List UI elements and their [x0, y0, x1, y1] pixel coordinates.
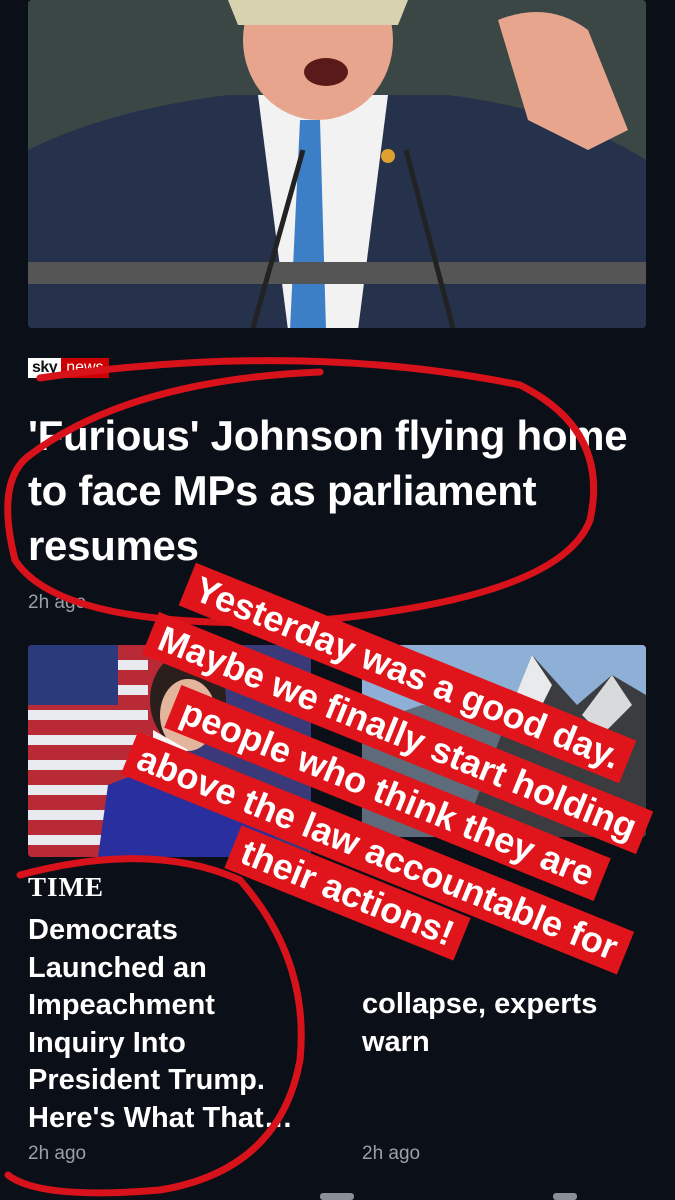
- story-text-overlay: Yesterday was a good day. Maybe we final…: [121, 562, 670, 1020]
- hero-circle: [4, 357, 598, 627]
- nav-indicator-right[interactable]: [553, 1193, 577, 1200]
- nav-indicator-center[interactable]: [320, 1193, 354, 1200]
